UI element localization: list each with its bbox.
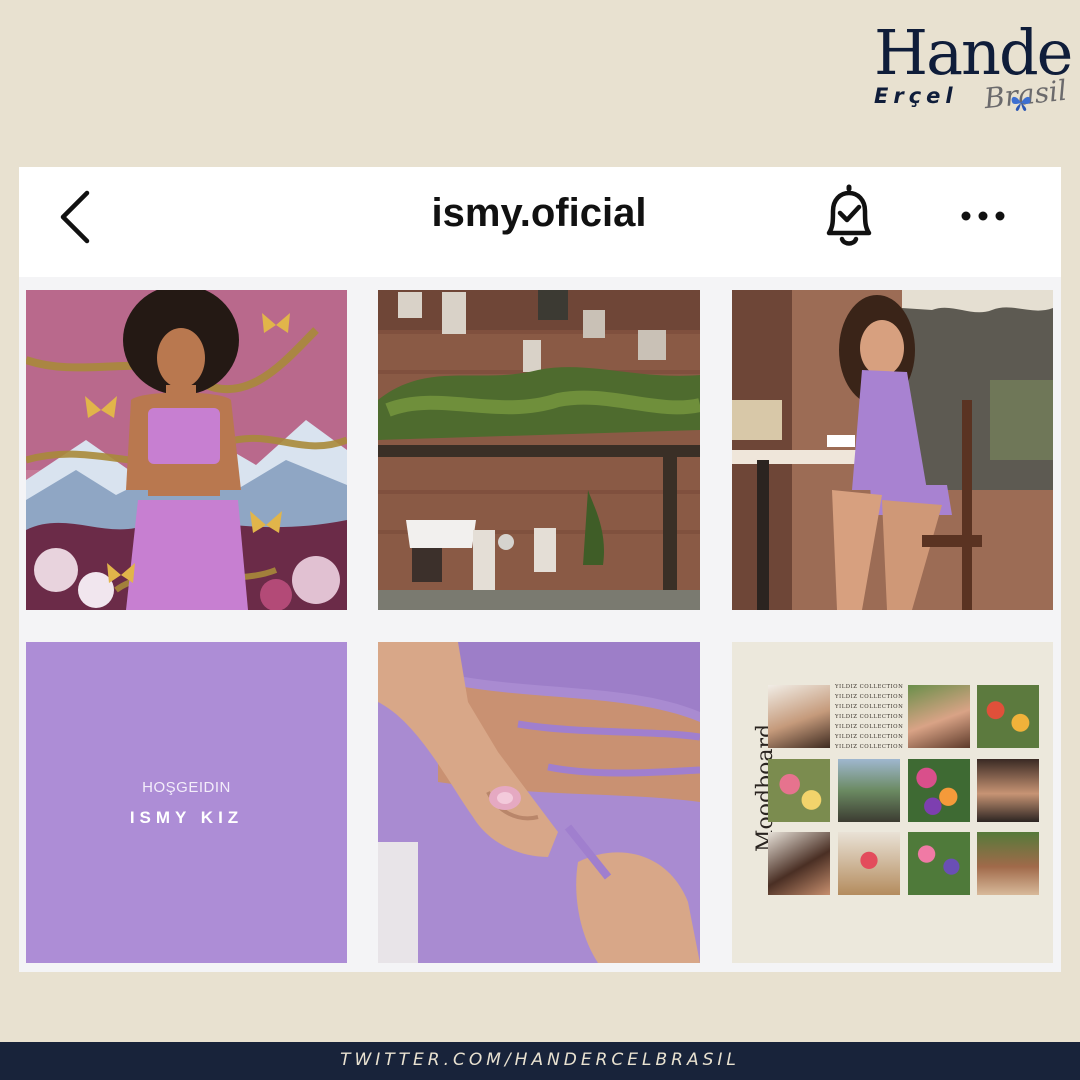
post-image: [378, 642, 700, 963]
moodboard-photo: [908, 832, 970, 895]
post-fashion-collage[interactable]: [26, 290, 347, 610]
profile-username: ismy.oficial: [431, 191, 647, 235]
moodboard-photo: [768, 759, 830, 822]
moodboard-photo: [908, 759, 970, 822]
welcome-line-2: ISMY KIZ: [129, 808, 244, 827]
moodboard-text-list: YILDIZ COLLECTION YILDIZ COLLECTION YILD…: [835, 682, 909, 752]
moodboard-photo: [977, 685, 1039, 748]
post-image: [378, 290, 700, 610]
moodboard-list-item: YILDIZ COLLECTION: [835, 744, 904, 750]
moodboard-photo: [977, 832, 1039, 895]
moodboard-list-item: YILDIZ COLLECTION: [835, 704, 904, 710]
brand-logo: Hande Erçel Brasil: [860, 16, 1073, 122]
post-image: [26, 290, 347, 610]
moodboard-list-item: YILDIZ COLLECTION: [835, 714, 904, 720]
post-ring-closeup[interactable]: [378, 642, 700, 963]
moodboard-photo: [838, 832, 900, 895]
moodboard-list-item: YILDIZ COLLECTION: [835, 694, 904, 700]
butterfly-icon: [1011, 96, 1031, 111]
back-arrow-icon[interactable]: [57, 189, 97, 245]
welcome-line-1: HOŞGEIDIN: [142, 779, 231, 796]
post-cafe-photo[interactable]: [732, 290, 1053, 610]
post-welcome-card[interactable]: HOŞGEIDIN ISMY KIZ: [26, 642, 347, 963]
more-options-icon[interactable]: [957, 205, 1011, 227]
post-moodboard[interactable]: Moodboard YILDIZ COLLECTION YILDIZ COLLE…: [732, 642, 1053, 963]
instagram-profile-screen: ismy.oficial HOŞGEIDIN ISMY KIZ Moodboar…: [19, 167, 1061, 972]
brand-name: Hande: [874, 16, 1073, 89]
post-brick-building[interactable]: [378, 290, 700, 610]
moodboard-list-item: YILDIZ COLLECTION: [835, 684, 904, 690]
notification-bell-icon[interactable]: [817, 183, 881, 251]
moodboard-photo: [977, 759, 1039, 822]
moodboard-photo: [908, 685, 970, 748]
brand-surname: Erçel: [874, 84, 958, 108]
footer-twitter-link: TWITTER.COM/HANDERCELBRASIL: [340, 1050, 740, 1070]
top-bar: ismy.oficial: [19, 167, 1061, 277]
moodboard-list-item: YILDIZ COLLECTION: [835, 724, 904, 730]
moodboard-photo: [768, 685, 830, 748]
moodboard-photo: [838, 759, 900, 822]
moodboard-photo: [768, 832, 830, 895]
post-image: [732, 290, 1053, 610]
footer-bar: TWITTER.COM/HANDERCELBRASIL: [0, 1042, 1080, 1080]
moodboard-list-item: YILDIZ COLLECTION: [835, 734, 904, 740]
